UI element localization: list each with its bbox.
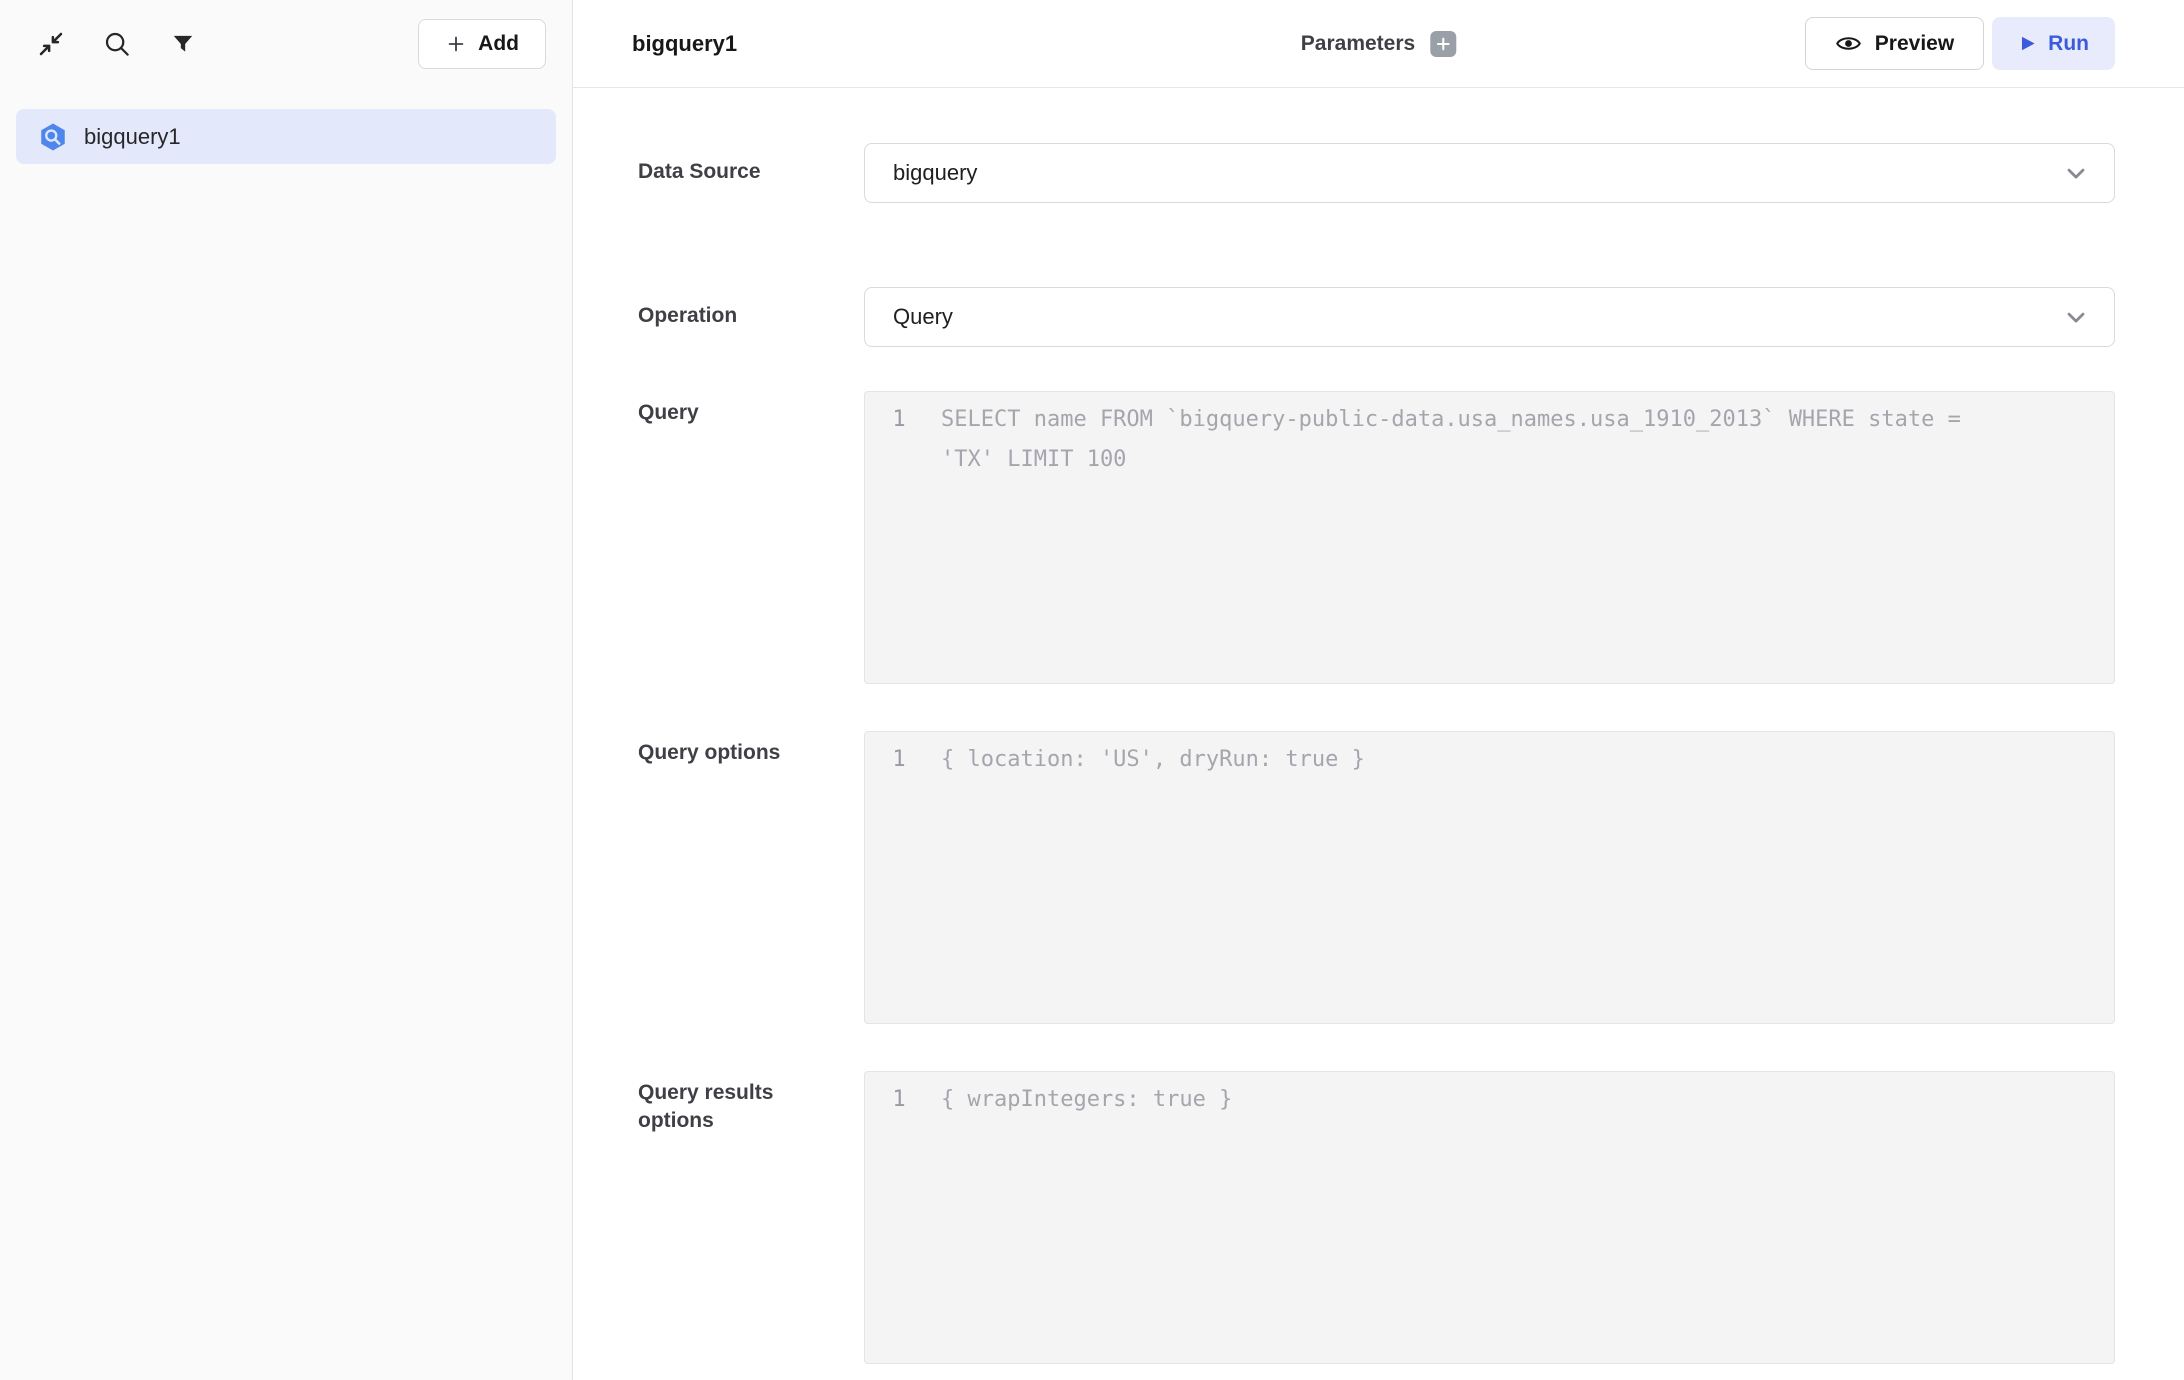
chevron-down-icon [2062,303,2090,331]
data-source-value: bigquery [893,160,977,186]
query-options-row: Query options 1 { location: 'US', dryRun… [638,731,2115,1024]
query-label: Query [638,399,808,427]
bigquery-icon [38,122,68,152]
query-form: Data Source bigquery Oper [573,88,2184,1380]
parameters-group: Parameters [1301,31,1456,57]
query-results-options-code-editor[interactable]: 1 { wrapIntegers: true } [864,1071,2115,1364]
sidebar: Add bigquery1 [0,0,573,1380]
sidebar-toolbar: Add [0,0,572,88]
plus-icon [1435,36,1451,52]
search-icon[interactable] [101,28,133,60]
data-source-select[interactable]: bigquery [864,143,2115,203]
operation-select[interactable]: Query [864,287,2115,347]
query-options-placeholder: { location: 'US', dryRun: true } [933,740,2114,1023]
filter-icon[interactable] [167,28,199,60]
page-title: bigquery1 [632,31,737,57]
line-number: 1 [865,1080,933,1363]
query-list: bigquery1 [0,88,572,185]
operation-value: Query [893,304,953,330]
query-options-code-editor[interactable]: 1 { location: 'US', dryRun: true } [864,731,2115,1024]
plus-icon [445,33,467,55]
query-placeholder: SELECT name FROM `bigquery-public-data.u… [933,400,2114,683]
query-results-options-label: Query results options [638,1079,808,1135]
data-source-label: Data Source [638,158,808,186]
app: Add bigquery1 bigquery1 Parameters [0,0,2184,1380]
query-row: Query 1 SELECT name FROM `bigquery-publi… [638,391,2115,684]
preview-button-label: Preview [1875,32,1954,56]
query-list-item-bigquery1[interactable]: bigquery1 [16,109,556,164]
query-code-editor[interactable]: 1 SELECT name FROM `bigquery-public-data… [864,391,2115,684]
query-item-label: bigquery1 [84,124,181,150]
chevron-down-icon [2062,159,2090,187]
play-icon [2018,34,2037,53]
add-parameter-button[interactable] [1430,31,1456,57]
main-header: bigquery1 Parameters Preview [573,0,2184,88]
collapse-panel-icon[interactable] [35,28,67,60]
add-query-button[interactable]: Add [418,19,546,69]
preview-button[interactable]: Preview [1805,17,1984,70]
query-options-label: Query options [638,739,808,767]
run-button[interactable]: Run [1992,17,2115,70]
add-button-label: Add [478,32,519,56]
run-button-label: Run [2048,32,2089,56]
parameters-label: Parameters [1301,32,1415,56]
operation-row: Operation Query [638,287,2115,347]
header-actions: Preview Run [1805,17,2115,70]
eye-icon [1835,30,1862,57]
query-results-options-placeholder: { wrapIntegers: true } [933,1080,2114,1363]
line-number: 1 [865,400,933,683]
line-number: 1 [865,740,933,1023]
data-source-row: Data Source bigquery [638,143,2115,203]
operation-label: Operation [638,302,808,330]
query-results-options-row: Query results options 1 { wrapIntegers: … [638,1071,2115,1364]
main-panel: bigquery1 Parameters Preview [573,0,2184,1380]
